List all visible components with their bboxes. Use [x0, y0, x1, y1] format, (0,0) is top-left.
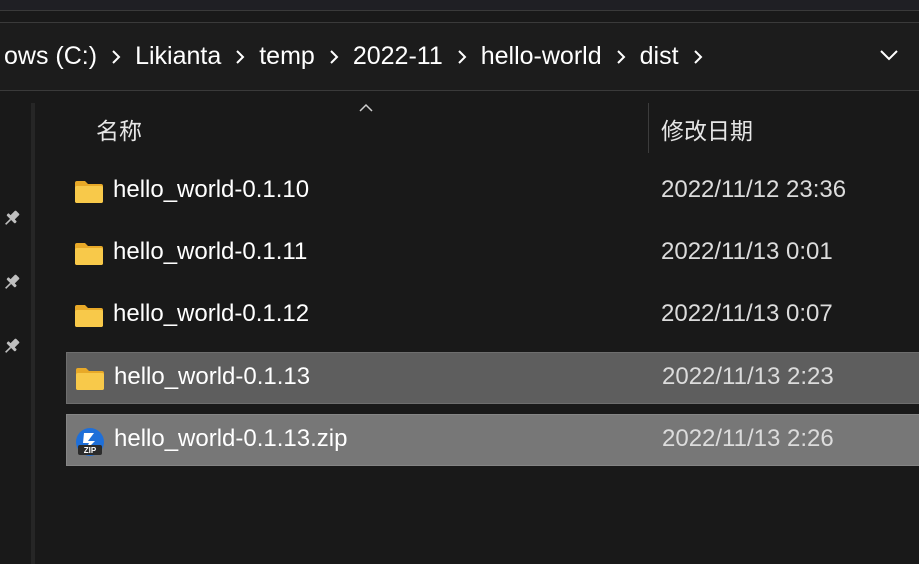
zip-archive-icon: ZIP [75, 427, 105, 456]
file-row[interactable]: hello_world-0.1.10 2022/11/12 23:36 [66, 166, 919, 218]
chevron-right-icon[interactable] [111, 23, 121, 90]
chevron-right-icon[interactable] [616, 23, 626, 90]
file-explorer-window: ows (C:) Likianta temp 2022-11 hello-wor… [0, 0, 919, 564]
folder-icon [75, 365, 105, 393]
pin-icon[interactable] [2, 336, 22, 356]
file-date-modified: 2022/11/13 2:23 [662, 363, 834, 390]
breadcrumb-hello-world[interactable]: hello-world [475, 42, 608, 71]
file-row-selected[interactable]: hello_world-0.1.13 2022/11/13 2:23 [66, 352, 919, 404]
file-row[interactable]: hello_world-0.1.12 2022/11/13 0:07 [66, 290, 919, 342]
chevron-right-icon[interactable] [693, 23, 703, 90]
file-row[interactable]: hello_world-0.1.11 2022/11/13 0:01 [66, 228, 919, 280]
file-name: hello_world-0.1.10 [113, 176, 310, 203]
file-name: hello_world-0.1.13.zip [114, 425, 348, 452]
pane-divider[interactable] [31, 103, 35, 564]
pin-icon[interactable] [2, 272, 22, 292]
column-divider[interactable] [648, 103, 649, 153]
folder-icon [74, 302, 104, 330]
chevron-down-icon[interactable] [877, 43, 901, 67]
folder-icon [74, 178, 104, 206]
breadcrumb-drive[interactable]: ows (C:) [0, 42, 103, 71]
chevron-right-icon[interactable] [235, 23, 245, 90]
file-name: hello_world-0.1.11 [113, 238, 308, 265]
title-bar-strip [0, 0, 919, 11]
pin-icon[interactable] [2, 208, 22, 228]
column-header-row [36, 92, 919, 154]
breadcrumb-likianta[interactable]: Likianta [129, 42, 227, 71]
file-row-selected[interactable]: ZIP hello_world-0.1.13.zip 2022/11/13 2:… [66, 414, 919, 466]
folder-icon [74, 240, 104, 268]
file-date-modified: 2022/11/13 0:01 [661, 238, 833, 265]
file-date-modified: 2022/11/12 23:36 [661, 176, 847, 203]
file-name: hello_world-0.1.13 [114, 363, 311, 390]
chevron-right-icon[interactable] [457, 23, 467, 90]
column-header-name[interactable]: 名称 [96, 112, 142, 146]
sort-ascending-icon [359, 100, 373, 112]
chevron-right-icon[interactable] [329, 23, 339, 90]
breadcrumb-dist[interactable]: dist [634, 42, 685, 71]
column-header-date-modified[interactable]: 修改日期 [661, 112, 753, 146]
file-date-modified: 2022/11/13 2:26 [662, 425, 834, 452]
breadcrumb-temp[interactable]: temp [253, 42, 321, 71]
address-bar[interactable]: ows (C:) Likianta temp 2022-11 hello-wor… [0, 22, 919, 91]
file-name: hello_world-0.1.12 [113, 300, 310, 327]
breadcrumb-2022-11[interactable]: 2022-11 [347, 42, 449, 71]
svg-text:ZIP: ZIP [84, 446, 97, 455]
breadcrumb: ows (C:) Likianta temp 2022-11 hello-wor… [0, 23, 711, 90]
file-date-modified: 2022/11/13 0:07 [661, 300, 833, 327]
